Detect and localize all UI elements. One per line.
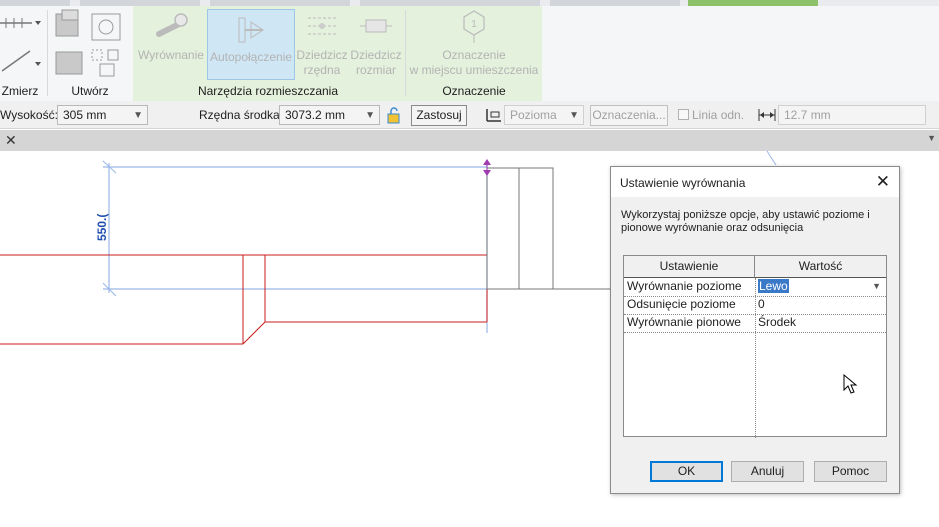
create-tools-icon[interactable]	[48, 6, 132, 84]
dialog-description: Wykorzystaj poniższe opcje, aby ustawić …	[621, 209, 870, 234]
alignment-settings-dialog: Ustawienie wyrównania ✕ Wykorzystaj poni…	[610, 166, 900, 494]
tags-button[interactable]: Oznaczenia...	[590, 105, 668, 126]
leader-length-field[interactable]: 12.7 mm	[778, 105, 926, 125]
autoconnect-button[interactable]: Autopołączenie	[207, 9, 295, 80]
center-elevation-value: 3073.2 mm	[285, 108, 346, 122]
column-header-value[interactable]: Wartość	[755, 256, 886, 278]
view-list-dropdown-icon[interactable]: ▼	[927, 133, 936, 143]
close-icon[interactable]: ✕	[876, 172, 890, 192]
orientation-icon	[486, 109, 501, 122]
fitting-element[interactable]	[486, 167, 620, 290]
ribbon: Zmierz Utwórz Wyrównanie Autopołączenie …	[0, 0, 939, 101]
view-tab-bar: ✕ ▼	[0, 130, 939, 151]
help-button[interactable]: Pomoc	[814, 461, 887, 482]
horizontal-offset-value[interactable]: 0	[755, 296, 886, 314]
tag-icon: 1	[463, 10, 485, 43]
leader-label: Linia odn.	[692, 108, 745, 122]
create-panel	[48, 6, 132, 85]
chevron-down-icon: ▼	[569, 110, 579, 121]
inherit-size-label-1: Dziedzicz	[350, 48, 402, 62]
inherit-elevation-label-2: rzędna	[303, 63, 341, 77]
inherit-size-icon	[360, 19, 392, 33]
tag-on-placement-button[interactable]: 1 Oznaczenie w miejscu umieszczenia	[408, 8, 540, 78]
duct-element[interactable]	[0, 254, 488, 345]
svg-text:1: 1	[471, 19, 477, 30]
create-panel-label: Utwórz	[71, 84, 109, 98]
chevron-down-icon: ▼	[365, 110, 375, 121]
inherit-elevation-button[interactable]: Dziedzicz rzędna	[296, 8, 348, 78]
align-button[interactable]: Wyrównanie	[136, 8, 206, 63]
inherit-elevation-label-1: Dziedzicz	[296, 48, 348, 62]
leader-checkbox[interactable]	[678, 109, 689, 120]
row-setting-horizontal-alignment[interactable]: Wyrównanie poziome	[624, 278, 755, 296]
horizontal-alignment-dropdown[interactable]: Lewo ▼	[755, 278, 886, 296]
height-combo[interactable]: 305 mm ▼	[57, 105, 148, 125]
ribbon-tab-active[interactable]	[688, 0, 818, 6]
ribbon-tab[interactable]	[550, 0, 680, 6]
measure-panel-label: Zmierz	[1, 84, 39, 98]
measure-icon[interactable]	[0, 6, 46, 84]
leader-length-icon	[758, 109, 776, 121]
chevron-down-icon: ▼	[872, 281, 881, 291]
inherit-size-button[interactable]: Dziedzicz rozmiar	[350, 8, 402, 78]
ok-button[interactable]: OK	[650, 461, 723, 482]
measure-panel	[0, 6, 46, 85]
close-view-icon[interactable]: ✕	[5, 132, 17, 149]
dialog-title: Ustawienie wyrównania	[620, 176, 746, 190]
inherit-elevation-icon	[308, 17, 336, 35]
chevron-down-icon: ▼	[133, 110, 143, 121]
dimension-text[interactable]: 550.(	[95, 214, 109, 241]
tagging-panel-label: Oznaczenie	[442, 84, 506, 98]
autoconnect-icon	[238, 17, 264, 43]
orientation-value: Pozioma	[510, 108, 557, 122]
autoconnect-label: Autopołączenie	[209, 50, 293, 64]
align-label: Wyrównanie	[138, 48, 204, 62]
selected-element-outline[interactable]	[102, 160, 488, 333]
mouse-cursor-icon	[843, 374, 858, 394]
grid-divider	[624, 332, 886, 333]
settings-grid: Ustawienie Wartość Wyrównanie poziome Le…	[623, 255, 887, 438]
placement-tools-panel-label: Narzędzia rozmieszczania	[197, 84, 339, 98]
inherit-size-label-2: rozmiar	[355, 63, 396, 77]
horizontal-alignment-value: Lewo	[758, 279, 789, 293]
height-value: 305 mm	[63, 108, 107, 122]
leader-length-value: 12.7 mm	[784, 108, 831, 122]
center-elevation-combo[interactable]: 3073.2 mm ▼	[279, 105, 380, 125]
row-setting-horizontal-offset[interactable]: Odsunięcie poziome	[624, 296, 755, 314]
apply-button[interactable]: Zastosuj	[411, 105, 467, 126]
column-header-setting[interactable]: Ustawienie	[624, 256, 755, 278]
tag-label-2: w miejscu umieszczenia	[409, 63, 539, 77]
tag-label-1: Oznaczenie	[442, 48, 506, 62]
cancel-button[interactable]: Anuluj	[731, 461, 804, 482]
align-icon	[156, 13, 188, 37]
arc-fragment	[766, 150, 777, 166]
dialog-title-bar[interactable]: Ustawienie wyrównania ✕	[611, 167, 899, 197]
vertical-alignment-value[interactable]: Środek	[755, 314, 886, 332]
orientation-combo[interactable]: Pozioma ▼	[504, 105, 584, 125]
options-bar: Wysokość: 305 mm ▼ Rzędna środka: 3073.2…	[0, 101, 939, 129]
row-setting-vertical-alignment[interactable]: Wyrównanie pionowe	[624, 314, 755, 332]
height-label: Wysokość:	[0, 108, 58, 122]
center-elevation-label: Rzędna środka:	[199, 108, 284, 122]
unlock-icon[interactable]	[386, 106, 402, 124]
